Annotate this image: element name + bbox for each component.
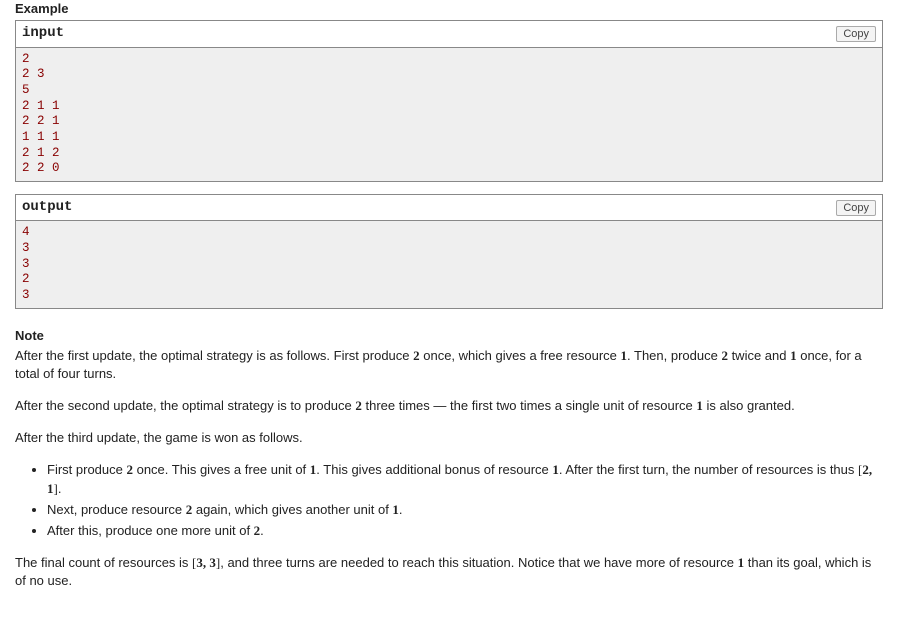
text: After the second update, the optimal str… <box>15 398 355 413</box>
note-p2: After the second update, the optimal str… <box>15 397 883 415</box>
text: Next, produce resource <box>47 502 186 517</box>
list-item: First produce 2 once. This gives a free … <box>47 461 883 497</box>
text: . <box>399 502 403 517</box>
text: once, which gives a free resource <box>420 348 621 363</box>
text: is also granted. <box>703 398 795 413</box>
output-label: output <box>22 198 72 218</box>
note-list: First produce 2 once. This gives a free … <box>15 461 883 540</box>
example-heading: Example <box>15 0 883 18</box>
input-header: input Copy <box>16 21 882 48</box>
text: again, which gives another unit of <box>192 502 392 517</box>
text: . Then, produce <box>627 348 721 363</box>
note-block: Note After the first update, the optimal… <box>15 327 883 591</box>
input-content: 2 2 3 5 2 1 1 2 2 1 1 1 1 2 1 2 2 2 0 <box>16 48 882 181</box>
note-p3: After the third update, the game is won … <box>15 429 883 447</box>
text: once. This gives a free unit of <box>133 462 310 477</box>
text: After this, produce one more unit of <box>47 523 254 538</box>
text: , and three turns are needed to reach th… <box>220 555 737 570</box>
text: The final count of resources is <box>15 555 192 570</box>
text: . <box>260 523 264 538</box>
note-heading: Note <box>15 327 883 345</box>
text: three times — the first two times a sing… <box>362 398 697 413</box>
input-label: input <box>22 24 64 44</box>
math-pair: 3, 3 <box>196 555 216 570</box>
text: . <box>58 481 62 496</box>
text: . After the first turn, the number of re… <box>559 462 858 477</box>
list-item: After this, produce one more unit of 2. <box>47 522 883 540</box>
output-header: output Copy <box>16 195 882 222</box>
text: . This gives additional bonus of resourc… <box>316 462 552 477</box>
note-p4: The final count of resources is [3, 3], … <box>15 554 883 590</box>
output-content: 4 3 3 2 3 <box>16 221 882 307</box>
input-box: input Copy 2 2 3 5 2 1 1 2 2 1 1 1 1 2 1… <box>15 20 883 182</box>
copy-output-button[interactable]: Copy <box>836 200 876 216</box>
output-box: output Copy 4 3 3 2 3 <box>15 194 883 309</box>
copy-input-button[interactable]: Copy <box>836 26 876 42</box>
text: First produce <box>47 462 126 477</box>
note-p1: After the first update, the optimal stra… <box>15 347 883 383</box>
text: twice and <box>728 348 790 363</box>
text: After the first update, the optimal stra… <box>15 348 413 363</box>
list-item: Next, produce resource 2 again, which gi… <box>47 501 883 519</box>
